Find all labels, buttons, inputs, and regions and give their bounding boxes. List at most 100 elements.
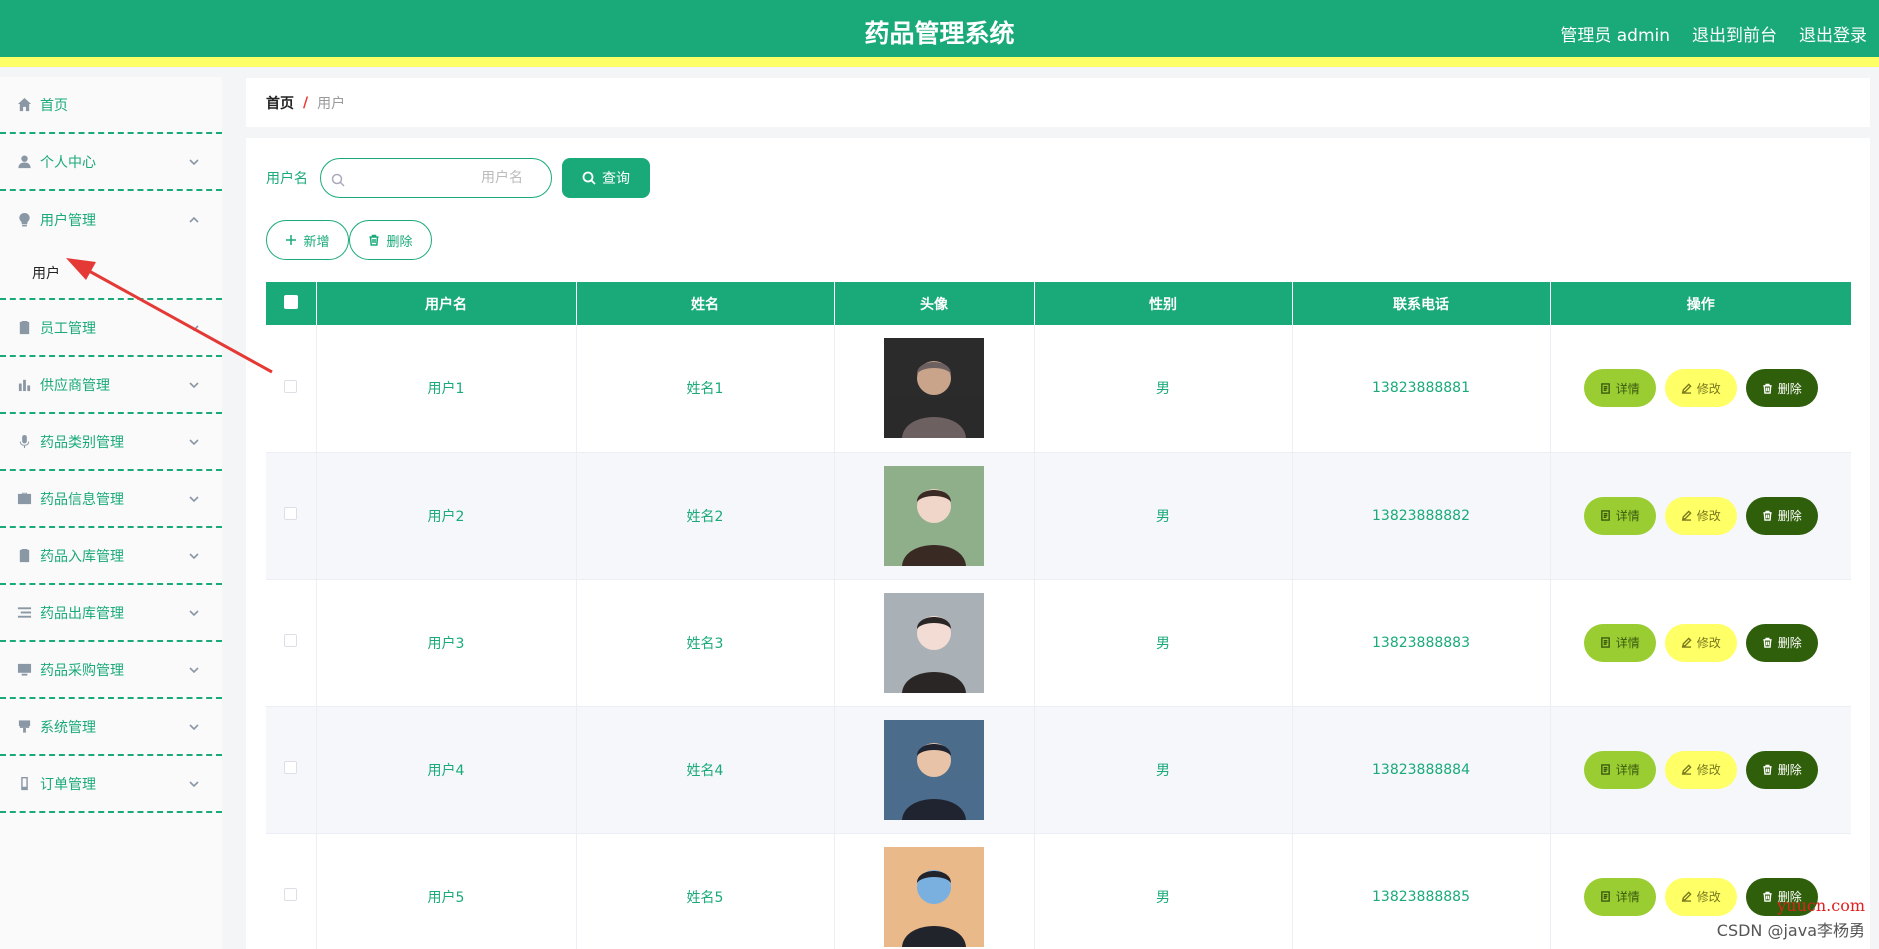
row-select-cell: [266, 325, 317, 453]
edit-button[interactable]: 修改: [1664, 369, 1737, 408]
chevron-down-icon: [188, 550, 200, 562]
avatar: [884, 465, 984, 566]
delete-button-label: 删除: [1777, 636, 1802, 650]
edit-button-label: 修改: [1696, 509, 1721, 523]
detail-button[interactable]: 详情: [1583, 750, 1656, 789]
detail-button-label: 详情: [1615, 509, 1640, 523]
row-checkbox[interactable]: [284, 379, 298, 393]
table-row: 用户5 姓名5 男 13823888885 详情 修改 删除: [266, 833, 1851, 949]
pencil-icon: [1681, 637, 1692, 648]
add-button[interactable]: 新增: [266, 220, 349, 260]
row-actions: 详情 修改 删除: [1551, 623, 1852, 662]
sidebar-item-profile[interactable]: 个人中心: [0, 134, 222, 191]
table-row: 用户1 姓名1 男 13823888881 详情 修改 删除: [266, 325, 1851, 453]
delete-button-label: 删除: [1777, 763, 1802, 777]
document-icon: [1600, 891, 1610, 902]
sidebar-item-drug-info-management[interactable]: 药品信息管理: [0, 471, 222, 528]
sidebar-subitem-user[interactable]: 用户: [0, 248, 222, 298]
query-button[interactable]: 查询: [562, 158, 650, 198]
delete-button[interactable]: 删除: [1745, 623, 1818, 662]
delete-button-label: 删除: [1777, 509, 1802, 523]
edit-button[interactable]: 修改: [1664, 496, 1737, 535]
row-select-cell: [266, 706, 317, 834]
sidebar-item-drug-outbound-management[interactable]: 药品出库管理: [0, 585, 222, 642]
edit-button[interactable]: 修改: [1664, 877, 1737, 916]
row-checkbox[interactable]: [284, 634, 298, 647]
delete-button[interactable]: 删除: [1745, 496, 1818, 535]
top-header: 药品管理系统 管理员 admin 退出到前台 退出登录: [0, 0, 1879, 67]
admin-user-label: 管理员 admin: [1560, 26, 1670, 46]
trash-icon: [1763, 510, 1772, 521]
detail-button-label: 详情: [1615, 890, 1640, 904]
sidebar-item-drug-inbound-management[interactable]: 药品入库管理: [0, 528, 222, 585]
delete-button[interactable]: 删除: [1745, 750, 1818, 789]
table-row: 用户4 姓名4 男 13823888884 详情 修改 删除: [266, 706, 1852, 834]
delete-button-label: 删除: [1777, 381, 1802, 396]
logout-link[interactable]: 退出登录: [1799, 21, 1867, 46]
avatar-cell: [834, 579, 1035, 707]
chevron-up-icon: [188, 214, 200, 226]
back-to-front-link[interactable]: 退出到前台: [1692, 21, 1777, 46]
row-checkbox[interactable]: [284, 888, 298, 901]
avatar: [884, 719, 984, 820]
row-checkbox[interactable]: [284, 507, 298, 520]
avatar-cell: [834, 452, 1035, 580]
sidebar-item-label: 个人中心: [40, 154, 96, 171]
chevron-down-icon: [188, 436, 200, 448]
sidebar-item-system-management[interactable]: 系统管理: [0, 699, 222, 756]
column-header: 用户名: [316, 282, 577, 325]
sidebar-item-drug-purchase-management[interactable]: 药品采购管理: [0, 642, 222, 699]
trash-icon: [369, 234, 379, 246]
microphone-icon: [16, 434, 32, 450]
avatar-cell: [834, 706, 1035, 834]
batch-delete-button[interactable]: 删除: [349, 220, 432, 260]
operations-cell: 详情 修改 删除: [1550, 325, 1851, 453]
column-header: 联系电话: [1292, 282, 1551, 325]
bar-chart-icon: [16, 377, 32, 393]
detail-button[interactable]: 详情: [1583, 877, 1656, 916]
sidebar-item-label: 药品出库管理: [40, 605, 124, 622]
chevron-down-icon: [188, 721, 200, 733]
username-cell: 用户2: [316, 452, 577, 580]
batch-delete-button-label: 删除: [386, 233, 413, 249]
clipboard-check-icon: [16, 548, 32, 564]
row-checkbox[interactable]: [284, 761, 298, 774]
delete-button[interactable]: 删除: [1745, 369, 1818, 408]
sidebar-item-supplier-management[interactable]: 供应商管理: [0, 357, 222, 414]
sidebar-item-staff-management[interactable]: 员工管理: [0, 300, 222, 357]
detail-button[interactable]: 详情: [1583, 496, 1656, 535]
sidebar-subitem-label: 用户: [32, 266, 60, 282]
row-select-cell: [266, 452, 317, 580]
sidebar-item-home[interactable]: 首页: [0, 77, 222, 134]
row-actions: 详情 修改 删除: [1551, 750, 1852, 789]
sidebar-item-label: 员工管理: [40, 320, 96, 337]
sidebar-item-drug-category-management[interactable]: 药品类别管理: [0, 414, 222, 471]
action-bar: 新增 删除: [266, 220, 432, 260]
sidebar-item-label: 药品类别管理: [40, 434, 124, 451]
pencil-icon: [1681, 764, 1692, 775]
table-body: 用户1 姓名1 男 13823888881 详情 修改 删除 用户2 姓名2 男…: [266, 325, 1851, 949]
breadcrumb-home[interactable]: 首页: [266, 93, 294, 113]
briefcase-icon: [16, 491, 32, 507]
sidebar-item-label: 首页: [40, 97, 68, 114]
sidebar-item-label: 系统管理: [40, 719, 96, 736]
trash-icon: [1763, 637, 1772, 648]
sidebar-item-user-management[interactable]: 用户管理: [0, 191, 222, 248]
edit-button[interactable]: 修改: [1664, 750, 1737, 789]
detail-button[interactable]: 详情: [1583, 369, 1656, 408]
username-search-input[interactable]: [351, 159, 543, 197]
sidebar-item-order-management[interactable]: 订单管理: [0, 756, 222, 813]
list-icon: [16, 605, 32, 621]
clipboard-x-icon: [16, 320, 32, 336]
edit-button[interactable]: 修改: [1664, 623, 1737, 662]
row-select-cell: [266, 833, 317, 949]
column-header: 姓名: [576, 282, 835, 325]
sidebar-group-user-management: 用户管理 用户: [0, 191, 222, 300]
detail-button[interactable]: 详情: [1583, 623, 1656, 662]
row-select-cell: [266, 579, 317, 707]
chevron-down-icon: [188, 493, 200, 505]
name-cell: 姓名3: [576, 579, 835, 707]
select-all-checkbox[interactable]: [283, 294, 298, 309]
operations-cell: 详情 修改 删除: [1550, 579, 1852, 707]
phone-cell: 13823888881: [1292, 325, 1551, 453]
